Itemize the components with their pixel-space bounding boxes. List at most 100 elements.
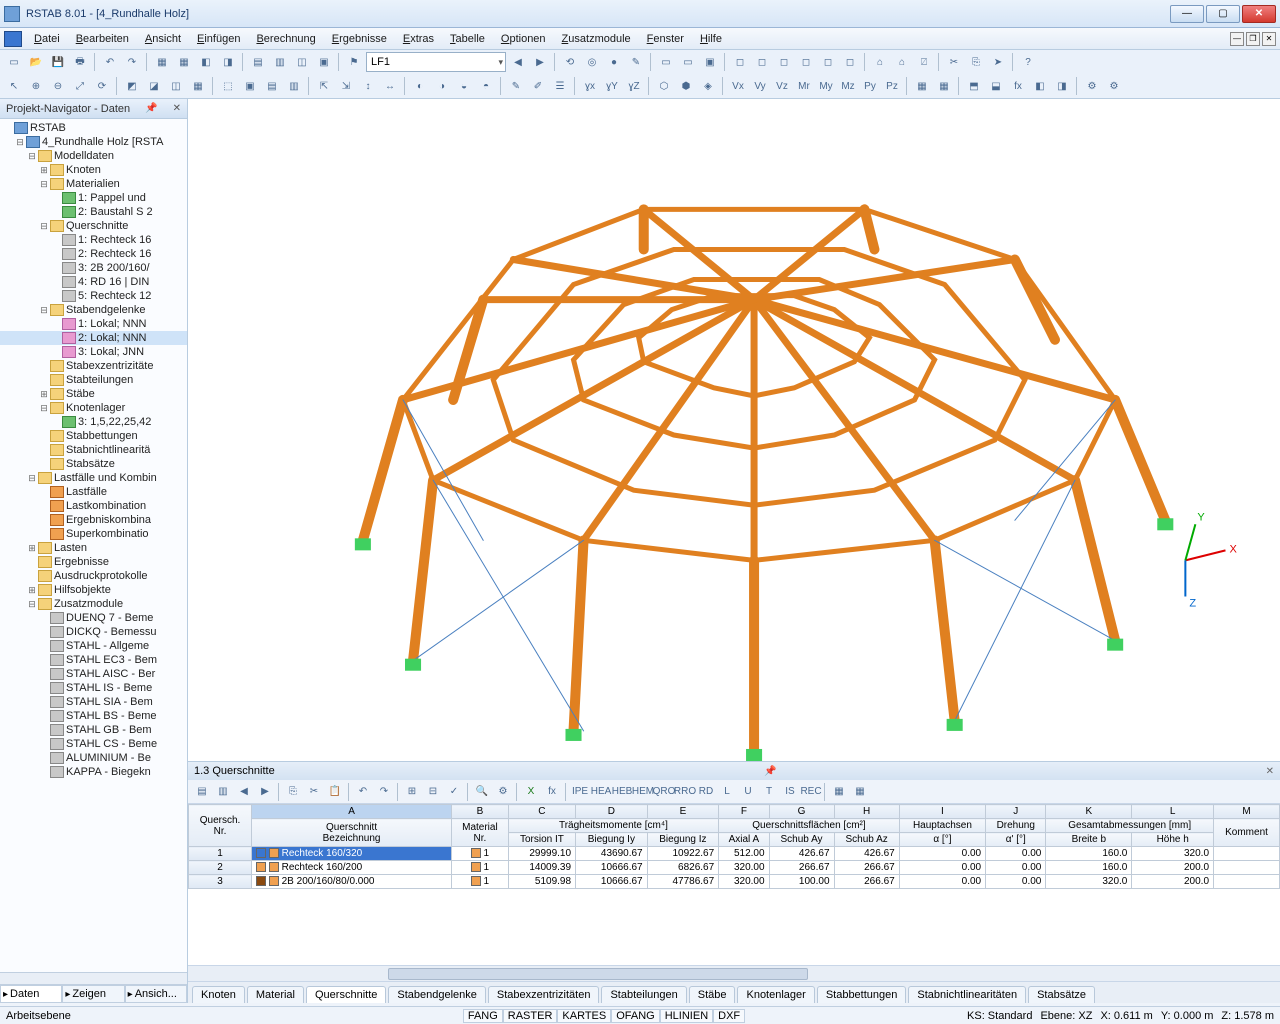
tree-item[interactable]: 1: Lokal; NNN: [0, 317, 187, 331]
tree-item[interactable]: ⊟Materialien: [0, 177, 187, 191]
tb-next-icon[interactable]: ▶: [530, 52, 550, 72]
tb-redo-icon[interactable]: ↷: [122, 52, 142, 72]
tb-btn[interactable]: ◻: [818, 52, 838, 72]
tb-btn[interactable]: ▤: [262, 76, 282, 96]
tb-btn[interactable]: ⌂: [892, 52, 912, 72]
tb-btn[interactable]: ⌂: [870, 52, 890, 72]
dp-btn[interactable]: ▶: [255, 782, 275, 802]
tb-btn[interactable]: ▥: [284, 76, 304, 96]
tb-btn[interactable]: ⇱: [314, 76, 334, 96]
tb-btn[interactable]: ◻: [796, 52, 816, 72]
dp-btn[interactable]: HEB: [612, 782, 632, 802]
dp-btn[interactable]: ▦: [850, 782, 870, 802]
tb-btn[interactable]: ◫: [292, 52, 312, 72]
table-row[interactable]: 1 Rechteck 160/320 129999.1043690.671092…: [189, 847, 1280, 861]
status-toggle[interactable]: HLINIEN: [660, 1009, 713, 1023]
menu-bearbeiten[interactable]: Bearbeiten: [68, 31, 137, 47]
dp-btn[interactable]: 🔍: [472, 782, 492, 802]
menu-fenster[interactable]: Fenster: [639, 31, 692, 47]
tb-btn[interactable]: ⬒: [964, 76, 984, 96]
tb-btn[interactable]: ◻: [840, 52, 860, 72]
dp-btn[interactable]: ⚙: [493, 782, 513, 802]
menu-optionen[interactable]: Optionen: [493, 31, 554, 47]
tb-btn[interactable]: ◎: [582, 52, 602, 72]
tb-btn[interactable]: ɣx: [580, 76, 600, 96]
tree-item[interactable]: ⊟Modelldaten: [0, 149, 187, 163]
navigator-close-icon[interactable]: ✕: [173, 103, 181, 114]
tree-item[interactable]: ⊟Stabendgelenke: [0, 303, 187, 317]
tb-btn[interactable]: ◨: [218, 52, 238, 72]
status-toggle[interactable]: DXF: [713, 1009, 745, 1023]
dp-btn[interactable]: ⎘: [283, 782, 303, 802]
tb-btn[interactable]: Vz: [772, 76, 792, 96]
tb-btn[interactable]: fx: [1008, 76, 1028, 96]
tree-item[interactable]: STAHL EC3 - Bem: [0, 653, 187, 667]
model-viewport[interactable]: X Y Z: [188, 99, 1280, 761]
table-tab[interactable]: Knoten: [192, 986, 245, 1003]
tb-btn[interactable]: ◻: [774, 52, 794, 72]
tb-btn[interactable]: ↔: [380, 76, 400, 96]
tb-btn[interactable]: ▦: [912, 76, 932, 96]
tree-item[interactable]: Stabbettungen: [0, 429, 187, 443]
tree-item[interactable]: 1: Rechteck 16: [0, 233, 187, 247]
menu-einfügen[interactable]: Einfügen: [189, 31, 248, 47]
tb-btn[interactable]: ◐: [410, 76, 430, 96]
tb-btn[interactable]: ⟲: [560, 52, 580, 72]
nav-tab-ansich[interactable]: ▸Ansich...: [125, 985, 187, 1003]
tree-item[interactable]: STAHL CS - Beme: [0, 737, 187, 751]
tb-btn[interactable]: ▭: [678, 52, 698, 72]
tb-btn[interactable]: ⇲: [336, 76, 356, 96]
data-panel-title[interactable]: 1.3 Querschnitte 📌 ✕: [188, 762, 1280, 780]
menu-tabelle[interactable]: Tabelle: [442, 31, 493, 47]
tree-item[interactable]: Ergebniskombina: [0, 513, 187, 527]
menu-ansicht[interactable]: Ansicht: [137, 31, 189, 47]
tb-undo-icon[interactable]: ↶: [100, 52, 120, 72]
menu-ergebnisse[interactable]: Ergebnisse: [324, 31, 395, 47]
dp-btn[interactable]: RD: [696, 782, 716, 802]
tree-item[interactable]: STAHL GB - Bem: [0, 723, 187, 737]
table-tab[interactable]: Stabexzentrizitäten: [488, 986, 600, 1003]
tree-item[interactable]: 3: 1,5,22,25,42: [0, 415, 187, 429]
tree-item[interactable]: Lastfälle: [0, 485, 187, 499]
tb-btn[interactable]: ➤: [988, 52, 1008, 72]
navigator-header[interactable]: Projekt-Navigator - Daten 📌 ✕: [0, 99, 187, 119]
tb-btn[interactable]: ⍁: [914, 52, 934, 72]
menu-zusatzmodule[interactable]: Zusatzmodule: [554, 31, 639, 47]
dp-btn[interactable]: ▦: [829, 782, 849, 802]
navigator-pin-icon[interactable]: 📌: [145, 103, 157, 114]
dp-btn[interactable]: ✂: [304, 782, 324, 802]
tb-btn[interactable]: ◫: [166, 76, 186, 96]
tb-btn[interactable]: ✂: [944, 52, 964, 72]
tb-btn[interactable]: Mr: [794, 76, 814, 96]
tb-btn[interactable]: ◒: [454, 76, 474, 96]
table-tab[interactable]: Stabendgelenke: [388, 986, 486, 1003]
navigator-hscroll[interactable]: [0, 972, 187, 984]
table-tab[interactable]: Knotenlager: [737, 986, 814, 1003]
tb-btn[interactable]: ↕: [358, 76, 378, 96]
tb-btn[interactable]: ◈: [698, 76, 718, 96]
mdi-restore-button[interactable]: ❐: [1246, 32, 1260, 46]
tree-item[interactable]: STAHL AISC - Ber: [0, 667, 187, 681]
dp-btn[interactable]: QRO: [654, 782, 674, 802]
table-hscroll[interactable]: [188, 965, 1280, 981]
dp-btn[interactable]: ↷: [374, 782, 394, 802]
tb-btn[interactable]: ▦: [188, 76, 208, 96]
tree-item[interactable]: Ergebnisse: [0, 555, 187, 569]
table-row[interactable]: 3 2B 200/160/80/0.000 15109.9810666.6747…: [189, 875, 1280, 889]
menu-extras[interactable]: Extras: [395, 31, 442, 47]
tree-item[interactable]: DICKQ - Bemessu: [0, 625, 187, 639]
tb-btn[interactable]: ◧: [196, 52, 216, 72]
tree-item[interactable]: STAHL - Allgeme: [0, 639, 187, 653]
tb-btn[interactable]: Py: [860, 76, 880, 96]
tree-item[interactable]: Stabteilungen: [0, 373, 187, 387]
tb-prev-icon[interactable]: ◀: [508, 52, 528, 72]
mdi-close-button[interactable]: ✕: [1262, 32, 1276, 46]
tb-help-icon[interactable]: ?: [1018, 52, 1038, 72]
tree-item[interactable]: 5: Rechteck 12: [0, 289, 187, 303]
tree-item[interactable]: STAHL SIA - Bem: [0, 695, 187, 709]
tree-item[interactable]: ⊟Lastfälle und Kombin: [0, 471, 187, 485]
tb-btn[interactable]: ▤: [248, 52, 268, 72]
tree-item[interactable]: 4: RD 16 | DIN: [0, 275, 187, 289]
dp-btn[interactable]: ↶: [353, 782, 373, 802]
tb-btn[interactable]: ▦: [934, 76, 954, 96]
